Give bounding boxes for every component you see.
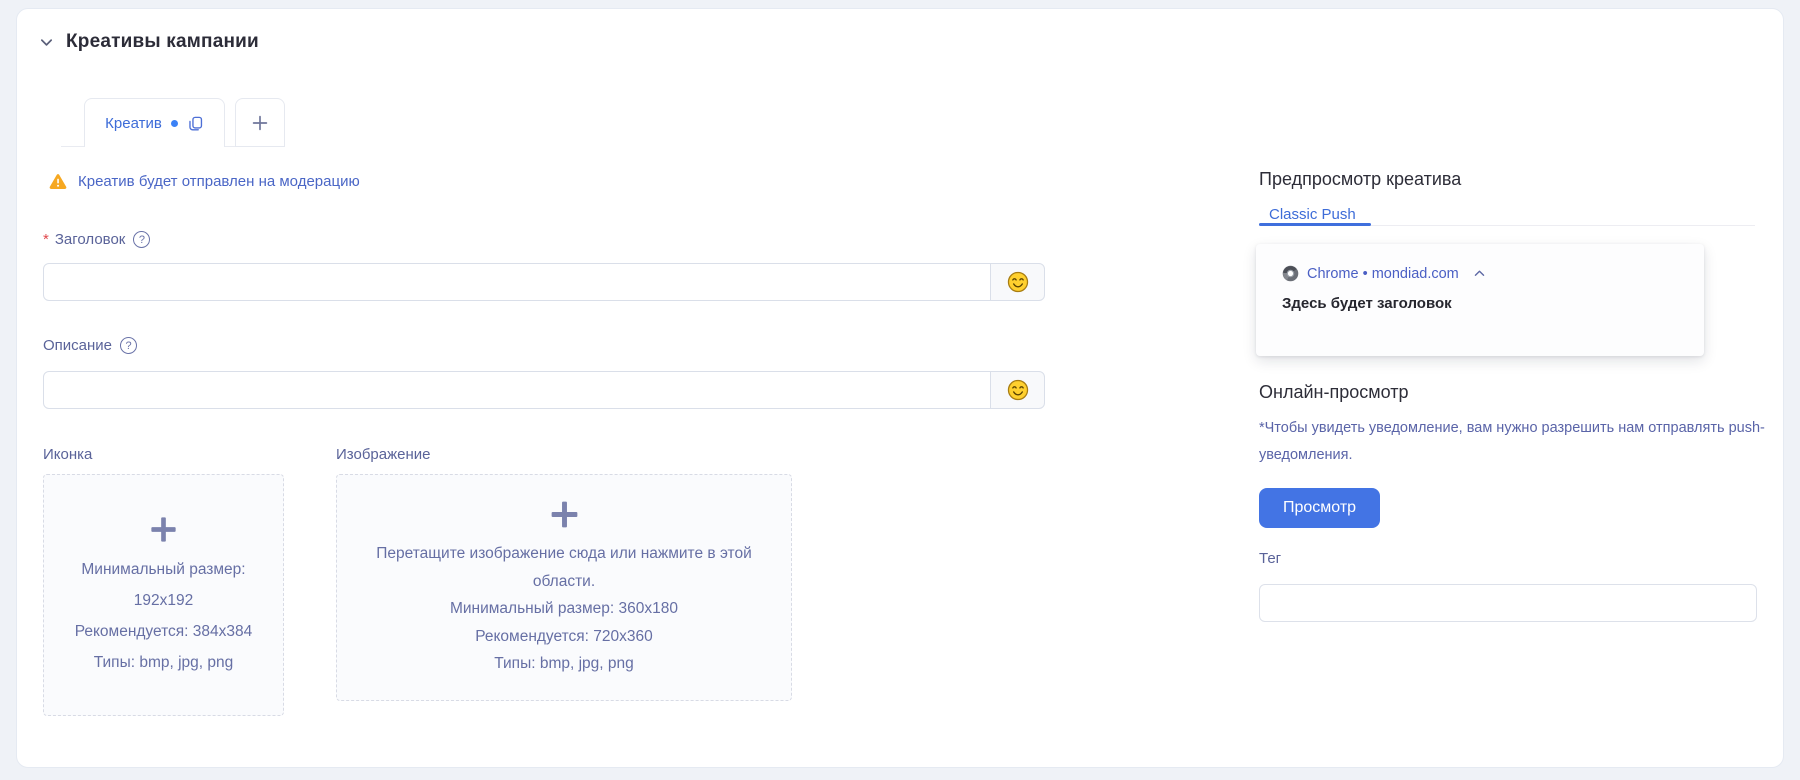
chrome-icon: [1282, 265, 1299, 282]
image-upload-dropzone[interactable]: Перетащите изображение сюда или нажмите …: [336, 474, 792, 701]
icon-upload-hint: Типы: bmp, jpg, png: [94, 647, 234, 678]
emoji-picker-button[interactable]: [990, 263, 1045, 301]
push-source-text: Chrome • mondiad.com: [1307, 266, 1459, 282]
tab-creative[interactable]: Креатив: [84, 98, 225, 147]
description-field-label: Описание: [43, 337, 112, 354]
emoji-picker-button[interactable]: [990, 371, 1045, 409]
icon-upload-hint: Минимальный размер: 192x192: [57, 554, 270, 616]
plus-icon: [251, 114, 269, 132]
tab-classic-push[interactable]: Classic Push: [1269, 206, 1356, 223]
title-input-group: [43, 263, 1045, 301]
creative-editor-page: Креативы кампании Креатив: [0, 0, 1800, 780]
plus-upload-icon: [147, 513, 180, 546]
image-upload-hint: Минимальный размер: 360x180: [450, 595, 678, 623]
title-field-label: Заголовок: [55, 231, 126, 248]
title-input[interactable]: [43, 263, 991, 301]
preview-button[interactable]: Просмотр: [1259, 488, 1380, 528]
warning-icon: [49, 173, 67, 190]
description-input[interactable]: [43, 371, 991, 409]
tab-creative-label: Креатив: [105, 115, 162, 132]
emoji-smile-icon: [1007, 379, 1029, 401]
tag-field-label: Тег: [1259, 550, 1281, 567]
add-creative-tab[interactable]: [235, 98, 285, 147]
image-upload-label: Изображение: [336, 446, 431, 463]
plus-upload-icon: [547, 497, 582, 532]
preview-tab-underline: [1259, 223, 1371, 226]
icon-upload-label-row: Иконка: [43, 446, 92, 463]
title-field-label-row: * Заголовок: [43, 231, 150, 248]
tag-input[interactable]: [1259, 584, 1757, 622]
emoji-smile-icon: [1007, 271, 1029, 293]
chevron-up-icon[interactable]: [1473, 267, 1486, 280]
push-notification-preview-card: Chrome • mondiad.com Здесь будет заголов…: [1256, 244, 1704, 356]
image-upload-hint: Типы: bmp, jpg, png: [494, 650, 634, 678]
panel-title: Креативы кампании: [66, 31, 259, 53]
preview-section-title: Предпросмотр креатива: [1259, 169, 1461, 190]
online-preview-note: *Чтобы увидеть уведомление, вам нужно ра…: [1259, 415, 1773, 469]
icon-upload-hint: Рекомендуется: 384x384: [75, 616, 253, 647]
copy-icon[interactable]: [187, 115, 204, 132]
moderation-notice: Креатив будет отправлен на модерацию: [49, 173, 360, 190]
description-input-group: [43, 371, 1045, 409]
panel-header: Креативы кампании: [39, 31, 259, 53]
image-upload-label-row: Изображение: [336, 446, 431, 463]
description-field-label-row: Описание: [43, 337, 137, 354]
moderation-notice-text: Креатив будет отправлен на модерацию: [78, 173, 360, 190]
help-icon[interactable]: [133, 231, 150, 248]
push-title-placeholder: Здесь будет заголовок: [1282, 295, 1452, 312]
image-upload-hint: Перетащите изображение сюда или нажмите …: [365, 540, 763, 595]
unsaved-dot-indicator: [171, 120, 178, 127]
push-header: Chrome • mondiad.com: [1282, 265, 1486, 282]
icon-upload-label: Иконка: [43, 446, 92, 463]
online-preview-title: Онлайн-просмотр: [1259, 382, 1408, 403]
image-upload-hint: Рекомендуется: 720x360: [475, 623, 653, 651]
help-icon[interactable]: [120, 337, 137, 354]
required-marker: *: [43, 231, 49, 248]
campaign-creatives-panel: Креативы кампании Креатив: [16, 8, 1784, 768]
icon-upload-dropzone[interactable]: Минимальный размер: 192x192 Рекомендуетс…: [43, 474, 284, 716]
chevron-down-icon[interactable]: [39, 35, 54, 50]
